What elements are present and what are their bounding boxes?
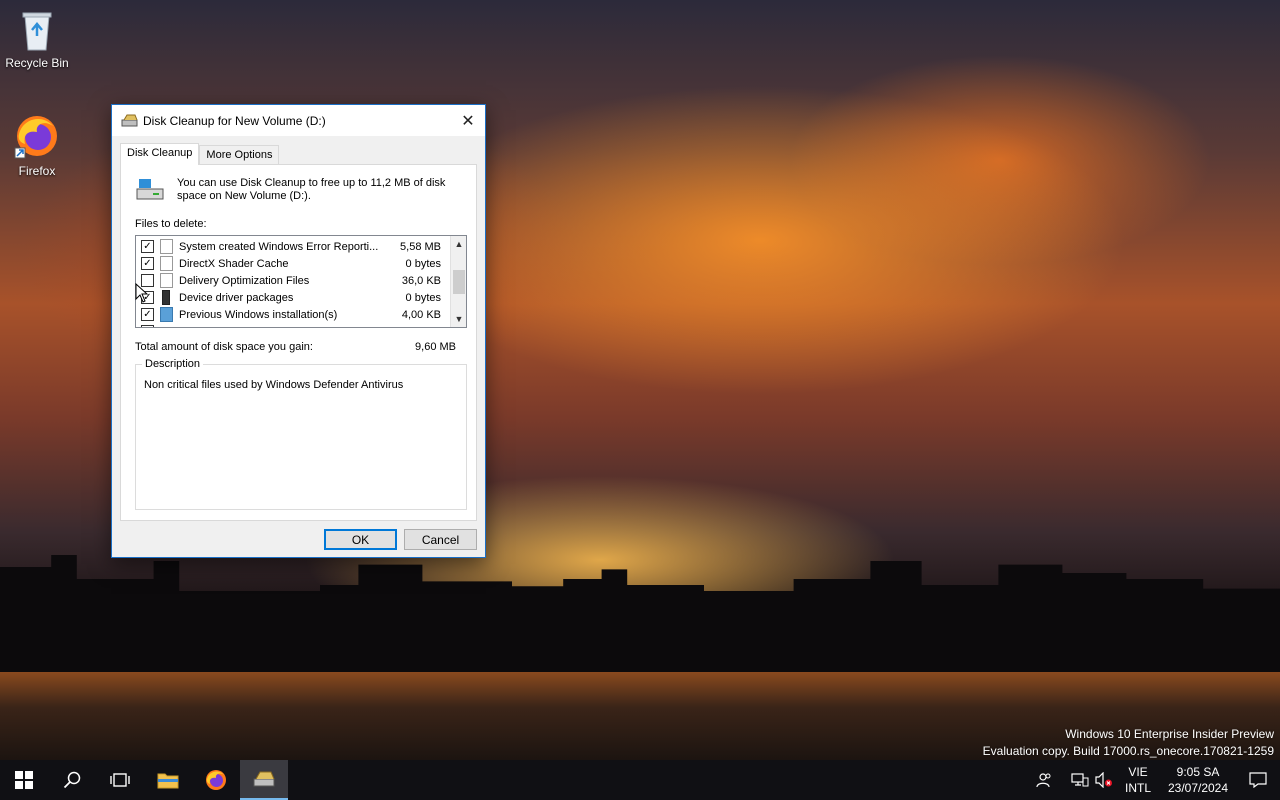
scroll-up-arrow-icon[interactable]: ▲ xyxy=(451,236,466,252)
notification-icon xyxy=(1249,772,1267,788)
volume-muted-icon xyxy=(1095,772,1112,788)
input-language-indicator[interactable]: VIE INTL xyxy=(1116,764,1160,796)
dialog-titlebar[interactable]: Disk Cleanup for New Volume (D:) ✕ xyxy=(112,105,485,136)
description-group: Description Non critical files used by W… xyxy=(135,358,467,510)
total-space-label: Total amount of disk space you gain: xyxy=(135,341,313,353)
people-button[interactable] xyxy=(1032,760,1056,800)
file-name: System created Windows Error Reporti... xyxy=(179,240,379,253)
description-text: Non critical files used by Windows Defen… xyxy=(144,379,404,391)
windows-icon xyxy=(160,307,173,322)
tab-disk-cleanup[interactable]: Disk Cleanup xyxy=(120,143,200,165)
windows-logo-icon xyxy=(15,771,33,789)
intro-section: You can use Disk Cleanup to free up to 1… xyxy=(135,177,457,203)
checkbox[interactable]: ✓ xyxy=(141,240,154,253)
desktop-icon-label: Firefox xyxy=(18,164,56,178)
disk-cleanup-panel: You can use Disk Cleanup to free up to 1… xyxy=(120,164,477,521)
disk-cleanup-icon xyxy=(253,771,275,787)
files-list[interactable]: ✓ System created Windows Error Reporti..… xyxy=(135,235,467,328)
file-icon xyxy=(160,256,173,271)
list-item[interactable]: ✓ System created Windows Error Reporti..… xyxy=(136,238,451,255)
search-button[interactable] xyxy=(48,760,96,800)
desktop-icon-recycle-bin[interactable]: Recycle Bin xyxy=(0,8,74,70)
mouse-cursor-icon xyxy=(135,283,149,303)
ok-button[interactable]: OK xyxy=(324,529,397,550)
network-icon xyxy=(1071,773,1089,787)
file-size: 0 bytes xyxy=(405,257,441,270)
list-item[interactable]: ✓ Previous Windows installation(s) 4,00 … xyxy=(136,306,451,323)
watermark-edition: Windows 10 Enterprise Insider Preview xyxy=(1065,727,1274,741)
file-size: 36,0 KB xyxy=(401,274,441,287)
cancel-label: Cancel xyxy=(421,532,460,547)
taskbar-firefox[interactable] xyxy=(192,760,240,800)
file-name: Delivery Optimization Files xyxy=(179,274,310,287)
list-item[interactable]: ✓ DirectX Shader Cache 0 bytes xyxy=(136,255,451,272)
desktop-icon-label: Recycle Bin xyxy=(5,56,69,70)
description-title: Description xyxy=(142,358,204,370)
checkbox[interactable]: ✓ xyxy=(141,308,154,321)
drive-icon xyxy=(136,179,164,200)
file-icon xyxy=(160,273,173,288)
file-name: Device driver packages xyxy=(179,291,294,304)
firefox-icon xyxy=(206,770,226,790)
list-item[interactable]: Delivery Optimization Files 36,0 KB xyxy=(136,272,451,289)
desktop-icon-firefox[interactable]: Firefox xyxy=(0,112,74,178)
tab-label: Disk Cleanup xyxy=(127,147,193,159)
list-item-partial[interactable] xyxy=(136,323,451,327)
firefox-icon xyxy=(14,116,57,159)
recycle-bin-icon xyxy=(22,12,52,51)
clock-time: 9:05 SA xyxy=(1176,765,1220,779)
scroll-thumb[interactable] xyxy=(453,270,465,294)
language-code: VIE xyxy=(1128,765,1148,779)
watermark-build: Evaluation copy. Build 17000.rs_onecore.… xyxy=(982,744,1274,758)
folder-icon xyxy=(157,773,179,789)
task-view-button[interactable] xyxy=(96,760,144,800)
close-icon: ✕ xyxy=(461,112,475,130)
total-space-value: 9,60 MB xyxy=(415,341,456,353)
scroll-down-arrow-icon[interactable]: ▼ xyxy=(451,311,466,327)
volume-button[interactable] xyxy=(1092,760,1116,800)
intro-text: You can use Disk Cleanup to free up to 1… xyxy=(177,177,446,202)
file-size: 4,00 KB xyxy=(401,308,441,321)
tab-label: More Options xyxy=(206,149,273,161)
os-watermark: Windows 10 Enterprise Insider Preview Ev… xyxy=(983,726,1274,760)
file-size: 0 bytes xyxy=(405,291,441,304)
action-center-button[interactable] xyxy=(1236,760,1280,800)
close-button[interactable]: ✕ xyxy=(451,105,485,136)
ok-label: OK xyxy=(351,532,370,547)
file-name: Previous Windows installation(s) xyxy=(179,308,338,321)
search-icon xyxy=(63,771,81,789)
file-icon xyxy=(160,239,173,254)
cancel-button[interactable]: Cancel xyxy=(404,529,477,550)
clock[interactable]: 9:05 SA 23/07/2024 xyxy=(1160,764,1236,796)
file-size: 5,58 MB xyxy=(400,240,441,253)
disk-cleanup-dialog: Disk Cleanup for New Volume (D:) ✕ Disk … xyxy=(111,104,486,558)
checkbox[interactable] xyxy=(141,325,154,327)
people-icon xyxy=(1036,773,1051,788)
taskbar: VIE INTL 9:05 SA 23/07/2024 xyxy=(0,760,1280,800)
list-item[interactable]: ✓ Device driver packages 0 bytes xyxy=(136,289,451,306)
tab-more-options[interactable]: More Options xyxy=(199,145,280,166)
files-to-delete-label: Files to delete: xyxy=(135,218,207,230)
dialog-title: Disk Cleanup for New Volume (D:) xyxy=(143,113,326,128)
clock-date: 23/07/2024 xyxy=(1167,781,1229,795)
list-scrollbar[interactable]: ▲ ▼ xyxy=(450,236,466,327)
taskbar-file-explorer[interactable] xyxy=(144,760,192,800)
task-view-icon xyxy=(110,773,130,787)
system-tray: VIE INTL 9:05 SA 23/07/2024 xyxy=(1032,760,1280,800)
tab-strip: Disk Cleanup More Options xyxy=(120,143,280,166)
taskbar-disk-cleanup[interactable] xyxy=(240,760,288,800)
driver-icon xyxy=(162,290,170,305)
file-name: DirectX Shader Cache xyxy=(179,257,289,270)
keyboard-layout: INTL xyxy=(1124,781,1151,795)
network-button[interactable] xyxy=(1068,760,1092,800)
checkbox[interactable]: ✓ xyxy=(141,257,154,270)
start-button[interactable] xyxy=(0,760,48,800)
disk-cleanup-icon xyxy=(121,114,138,126)
